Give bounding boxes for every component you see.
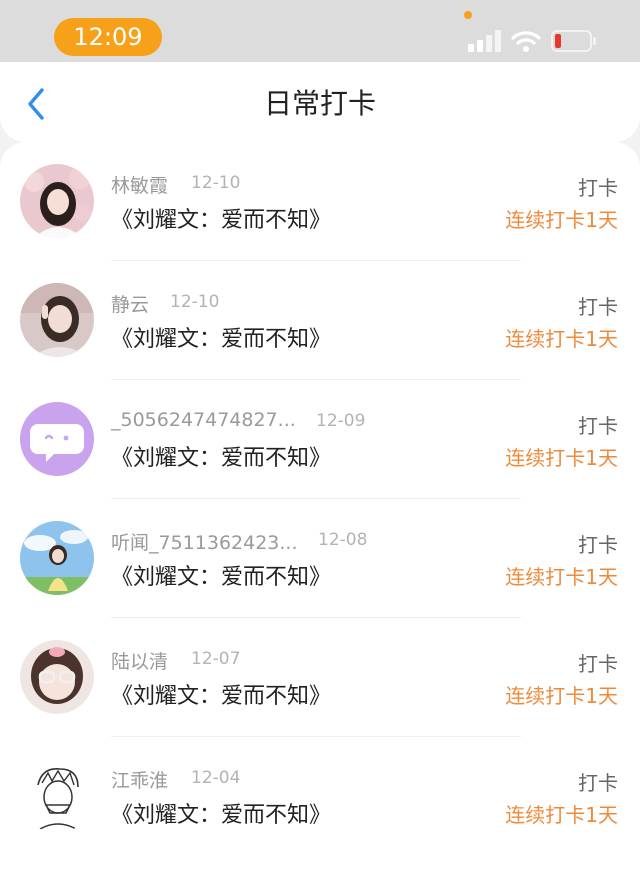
user-name: 陆以清 — [111, 651, 169, 673]
avatar[interactable] — [20, 402, 94, 476]
list-item[interactable]: 陆以清 12-07 《刘耀文：爱而不知》 打卡 连续打卡1天 — [0, 618, 640, 737]
cellular-signal-icon — [468, 30, 501, 52]
avatar[interactable] — [20, 521, 94, 595]
streak-badge: 连续打卡1天 — [505, 684, 618, 708]
page-title: 日常打卡 — [263, 87, 376, 120]
status-bar: 12:09 — [0, 0, 640, 62]
recording-indicator-icon — [464, 11, 472, 19]
streak-badge: 连续打卡1天 — [505, 446, 618, 470]
checkin-label: 打卡 — [578, 652, 618, 676]
back-button[interactable] — [14, 80, 58, 128]
checkin-date: 12-07 — [191, 649, 241, 669]
user-name: 江乖淮 — [111, 770, 169, 792]
streak-badge: 连续打卡1天 — [505, 565, 618, 589]
streak-badge: 连续打卡1天 — [505, 803, 618, 827]
streak-badge: 连续打卡1天 — [505, 208, 618, 232]
list-item[interactable]: 听闻_7511362423... 12-08 《刘耀文：爱而不知》 打卡 连续打… — [0, 499, 640, 618]
list-item[interactable]: 林敏霞 12-10 《刘耀文：爱而不知》 打卡 连续打卡1天 — [0, 142, 640, 261]
list-item[interactable]: _5056247474827... 12-09 《刘耀文：爱而不知》 打卡 连续… — [0, 380, 640, 499]
battery-icon — [551, 30, 596, 52]
song-title: 《刘耀文：爱而不知》 — [111, 684, 332, 709]
list-item[interactable]: 静云 12-10 《刘耀文：爱而不知》 打卡 连续打卡1天 — [0, 261, 640, 380]
checkin-list: 林敏霞 12-10 《刘耀文：爱而不知》 打卡 连续打卡1天 静云 12-10 … — [0, 142, 640, 872]
song-title: 《刘耀文：爱而不知》 — [111, 803, 332, 828]
wifi-icon — [511, 31, 541, 52]
song-title: 《刘耀文：爱而不知》 — [111, 208, 332, 233]
checkin-label: 打卡 — [578, 295, 618, 319]
song-title: 《刘耀文：爱而不知》 — [111, 446, 332, 471]
checkin-date: 12-08 — [318, 530, 368, 550]
checkin-date: 12-09 — [316, 411, 366, 431]
checkin-label: 打卡 — [578, 176, 618, 200]
checkin-date: 12-10 — [191, 173, 241, 193]
avatar[interactable] — [20, 640, 94, 714]
song-title: 《刘耀文：爱而不知》 — [111, 327, 332, 352]
status-time: 12:09 — [54, 18, 162, 56]
avatar[interactable] — [20, 759, 94, 833]
checkin-label: 打卡 — [578, 533, 618, 557]
list-item[interactable]: 江乖淮 12-04 《刘耀文：爱而不知》 打卡 连续打卡1天 — [0, 737, 640, 856]
user-name: 听闻_7511362423... — [111, 532, 298, 554]
nav-header: 日常打卡 — [0, 62, 640, 142]
song-title: 《刘耀文：爱而不知》 — [111, 565, 332, 590]
avatar[interactable] — [20, 164, 94, 238]
user-name: 静云 — [111, 294, 150, 316]
avatar[interactable] — [20, 283, 94, 357]
checkin-date: 12-04 — [191, 768, 241, 788]
user-name: _5056247474827... — [111, 409, 296, 431]
checkin-label: 打卡 — [578, 414, 618, 438]
checkin-label: 打卡 — [578, 771, 618, 795]
user-name: 林敏霞 — [111, 175, 169, 197]
streak-badge: 连续打卡1天 — [505, 327, 618, 351]
checkin-date: 12-10 — [170, 292, 220, 312]
